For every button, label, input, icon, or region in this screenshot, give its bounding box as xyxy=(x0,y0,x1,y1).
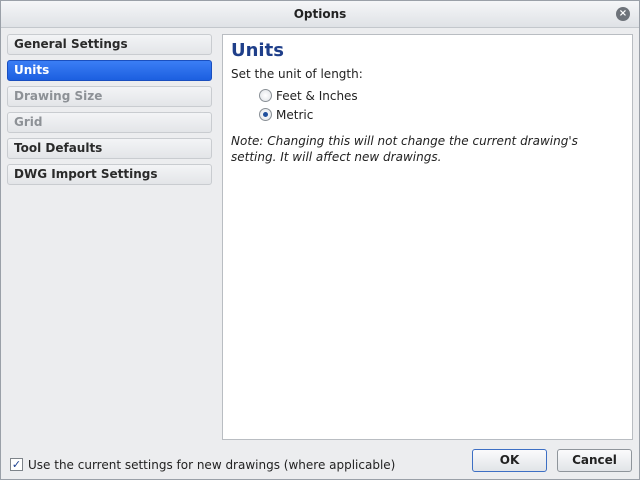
sidebar-item-tool-defaults[interactable]: Tool Defaults xyxy=(7,138,212,159)
window-title: Options xyxy=(293,7,347,21)
title-bar: Options × xyxy=(1,1,639,28)
use-current-settings-label[interactable]: Use the current settings for new drawing… xyxy=(28,458,395,472)
options-sidebar: General Settings Units Drawing Size Grid… xyxy=(7,34,215,190)
sidebar-item-grid: Grid xyxy=(7,112,212,133)
cancel-button[interactable]: Cancel xyxy=(557,449,632,472)
sidebar-item-drawing-size: Drawing Size xyxy=(7,86,212,107)
units-note: Note: Changing this will not change the … xyxy=(231,134,578,164)
sidebar-item-general-settings[interactable]: General Settings xyxy=(7,34,212,55)
radio-feet-inches-label: Feet & Inches xyxy=(276,89,358,103)
ok-button[interactable]: OK xyxy=(472,449,547,472)
options-dialog: Options × General Settings Units Drawing… xyxy=(0,0,640,480)
sidebar-item-units[interactable]: Units xyxy=(7,60,212,81)
panel-title: Units xyxy=(231,40,284,61)
close-icon[interactable]: × xyxy=(616,7,630,21)
radio-icon[interactable] xyxy=(259,108,272,121)
units-panel: Units Set the unit of length: Feet & Inc… xyxy=(222,34,633,440)
unit-prompt: Set the unit of length: xyxy=(231,67,363,81)
checkbox-icon[interactable]: ✓ xyxy=(10,458,23,471)
sidebar-item-dwg-import-settings[interactable]: DWG Import Settings xyxy=(7,164,212,185)
radio-metric-label: Metric xyxy=(276,108,314,122)
radio-icon[interactable] xyxy=(259,89,272,102)
